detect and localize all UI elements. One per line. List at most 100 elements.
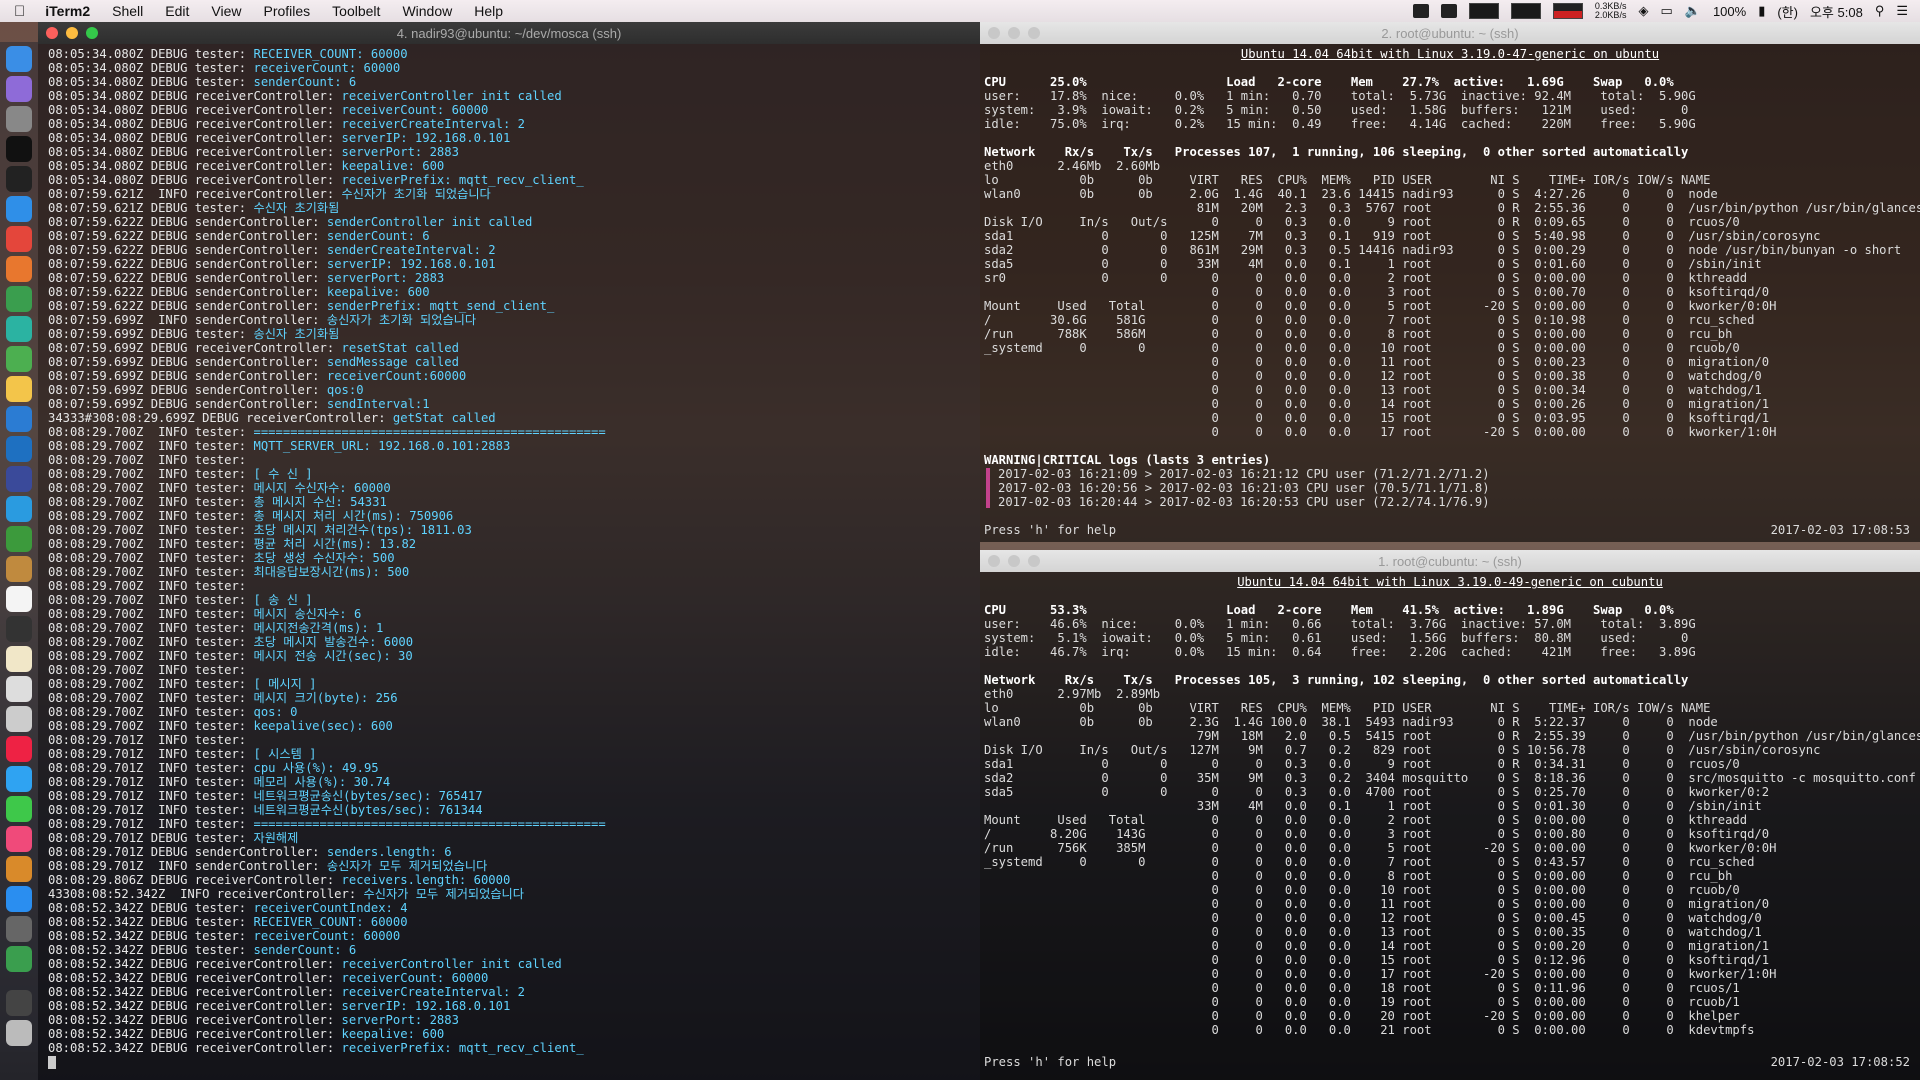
log-timestamp: 08:05:34.080Z	[48, 89, 144, 103]
menu-help[interactable]: Help	[474, 3, 503, 19]
log-level: DEBUG	[202, 411, 239, 425]
activity-monitor-icon[interactable]	[6, 616, 32, 642]
menu-shell[interactable]: Shell	[112, 3, 143, 19]
minimize-button[interactable]	[1008, 27, 1020, 39]
log-timestamp: 08:08:29.701Z	[48, 789, 144, 803]
app-store-icon[interactable]	[6, 886, 32, 912]
database-icon[interactable]	[6, 466, 32, 492]
summary-line: user: 46.6% nice: 0.0% 1 min: 0.66 total…	[984, 617, 1696, 631]
zoom-button[interactable]	[1028, 555, 1040, 567]
bottom-window-titlebar[interactable]: 1. root@cubuntu: ~ (ssh)	[980, 550, 1920, 572]
zoom-button[interactable]	[1028, 27, 1040, 39]
volume-icon[interactable]: 🔈	[1685, 3, 1701, 19]
iterm-icon[interactable]	[6, 166, 32, 192]
textedit-icon[interactable]	[6, 676, 32, 702]
books-icon[interactable]	[6, 556, 32, 582]
telegram-icon[interactable]	[6, 496, 32, 522]
glances-row: 0 0 0.0 0.0 14 root 0 S 0:00.20 0 0 migr…	[984, 939, 1770, 953]
log-line: 08:08:52.342Z DEBUG receiverController: …	[48, 1041, 980, 1055]
log-source: tester:	[194, 537, 247, 551]
finder-icon[interactable]	[6, 46, 32, 72]
log-level: INFO	[150, 789, 188, 803]
terminal-icon[interactable]	[6, 136, 32, 162]
sourcetree-icon[interactable]	[6, 316, 32, 342]
network-speed[interactable]: 0.3KB/s 2.0KB/s	[1595, 2, 1627, 20]
battery-percent[interactable]: 100%	[1713, 4, 1746, 19]
log-timestamp: 08:08:29.700Z	[48, 453, 144, 467]
menu-toolbelt[interactable]: Toolbelt	[332, 3, 380, 19]
left-window-titlebar[interactable]: 4. nadir93@ubuntu: ~/dev/mosca (ssh)	[38, 22, 980, 44]
input-method[interactable]: (한)	[1777, 2, 1798, 21]
log-source: receiverController:	[194, 173, 335, 187]
log-message: receiverCreateInterval: 2	[341, 985, 525, 999]
minimize-button[interactable]	[1008, 555, 1020, 567]
log-level: INFO	[150, 733, 188, 747]
top-window-title: 2. root@ubuntu: ~ (ssh)	[1381, 25, 1519, 41]
terminal-output[interactable]: 08:05:34.080Z DEBUG tester: RECEIVER_COU…	[38, 44, 980, 1069]
itunes-icon[interactable]	[6, 826, 32, 852]
notification-center-icon[interactable]: ☰	[1896, 3, 1908, 19]
trash-icon[interactable]	[6, 1020, 32, 1046]
close-button[interactable]	[988, 27, 1000, 39]
chrome-icon[interactable]	[6, 226, 32, 252]
disk-graph-icon[interactable]	[1552, 3, 1583, 19]
log-message: RECEIVER_COUNT: 60000	[253, 915, 408, 929]
launchpad-icon[interactable]	[6, 106, 32, 132]
menu-window[interactable]: Window	[402, 3, 452, 19]
stickies-icon[interactable]	[6, 646, 32, 672]
terminal-window-left[interactable]: 4. nadir93@ubuntu: ~/dev/mosca (ssh) 08:…	[38, 22, 980, 1080]
ibooks-icon[interactable]	[6, 856, 32, 882]
photos-icon[interactable]	[6, 736, 32, 762]
log-line: 08:08:29.700Z INFO tester: 메시지전송간격(ms): …	[48, 621, 980, 635]
spotify-icon[interactable]	[6, 286, 32, 312]
apple-menu-icon[interactable]: 	[14, 3, 25, 20]
minimize-button[interactable]	[66, 27, 78, 39]
log-timestamp: 08:07:59.622Z	[48, 229, 144, 243]
kakaotalk-icon[interactable]	[6, 526, 32, 552]
safari-icon[interactable]	[6, 196, 32, 222]
airplay-icon[interactable]: ▭	[1660, 3, 1672, 19]
dropbox-icon[interactable]	[1412, 4, 1429, 18]
notes-icon[interactable]	[6, 376, 32, 402]
calendar-icon[interactable]	[6, 586, 32, 612]
log-timestamp: 08:07:59.699Z	[48, 369, 144, 383]
close-button[interactable]	[46, 27, 58, 39]
word-icon[interactable]	[6, 406, 32, 432]
vscode-icon[interactable]	[6, 436, 32, 462]
close-button[interactable]	[988, 555, 1000, 567]
glances-row: 0 0 0.0 0.0 11 root 0 S 0:00.00 0 0 migr…	[984, 897, 1770, 911]
zoom-button[interactable]	[86, 27, 98, 39]
log-level: INFO	[150, 593, 188, 607]
glances-window-bottom[interactable]: 1. root@cubuntu: ~ (ssh) Ubuntu 14.04 64…	[980, 550, 1920, 1080]
log-line: 08:08:52.342Z DEBUG tester: senderCount:…	[48, 943, 980, 957]
menu-view[interactable]: View	[211, 3, 241, 19]
glances-window-top[interactable]: 2. root@ubuntu: ~ (ssh) Ubuntu 14.04 64b…	[980, 22, 1920, 542]
menu-profiles[interactable]: Profiles	[263, 3, 310, 19]
system-preferences-icon[interactable]	[6, 916, 32, 942]
android-studio-icon[interactable]	[6, 346, 32, 372]
utility-icon[interactable]	[6, 946, 32, 972]
summary-line: user: 17.8% nice: 0.0% 1 min: 0.70 total…	[984, 89, 1696, 103]
log-line: 08:08:52.342Z DEBUG receiverController: …	[48, 1027, 980, 1041]
wifi-icon[interactable]: ◈	[1638, 3, 1648, 19]
memory-graph-icon[interactable]	[1510, 3, 1541, 19]
log-line: 08:08:29.701Z DEBUG tester: 자원해제	[48, 831, 980, 845]
facetime-icon[interactable]	[6, 796, 32, 822]
evernote-icon[interactable]	[1440, 4, 1457, 18]
log-level: INFO	[150, 761, 188, 775]
siri-icon[interactable]	[6, 76, 32, 102]
battery-icon[interactable]: ▮	[1758, 3, 1765, 19]
menu-app-name[interactable]: iTerm2	[45, 3, 90, 19]
cpu-graph-icon[interactable]	[1468, 3, 1499, 19]
menu-edit[interactable]: Edit	[165, 3, 189, 19]
log-line: 08:05:34.080Z DEBUG receiverController: …	[48, 103, 980, 117]
log-message: senderController init called	[326, 215, 533, 229]
preview-icon[interactable]	[6, 706, 32, 732]
firefox-icon[interactable]	[6, 256, 32, 282]
top-window-titlebar[interactable]: 2. root@ubuntu: ~ (ssh)	[980, 22, 1920, 44]
log-source: receiverController:	[194, 117, 335, 131]
spotlight-icon[interactable]: ⚲	[1875, 3, 1885, 19]
clock[interactable]: 오후 5:08	[1810, 2, 1863, 21]
messages-icon[interactable]	[6, 766, 32, 792]
downloads-stack-icon[interactable]	[6, 990, 32, 1016]
